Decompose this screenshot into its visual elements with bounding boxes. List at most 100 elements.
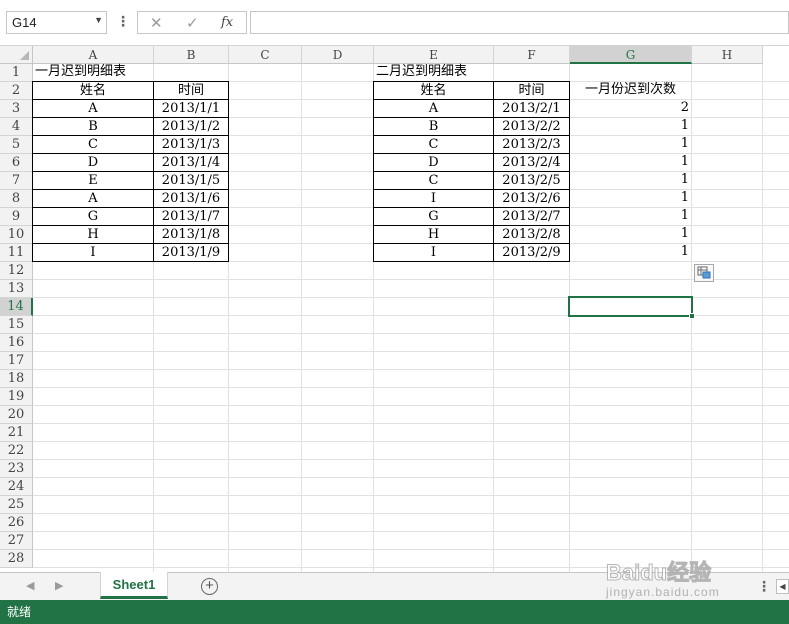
- count-cell[interactable]: 1: [569, 243, 692, 262]
- row-header-15[interactable]: 15: [0, 316, 33, 334]
- february-name-cell[interactable]: H: [373, 225, 494, 244]
- january-date-cell[interactable]: 2013/1/3: [153, 135, 229, 154]
- february-name-cell[interactable]: B: [373, 117, 494, 136]
- row-header-28[interactable]: 28: [0, 550, 33, 568]
- column-header-d[interactable]: D: [302, 46, 374, 64]
- fill-handle[interactable]: [689, 313, 695, 319]
- count-cell[interactable]: 1: [569, 207, 692, 226]
- row-header-1[interactable]: 1: [0, 64, 33, 82]
- january-name-cell[interactable]: A: [32, 99, 154, 118]
- tab-sheet1[interactable]: Sheet1: [100, 572, 168, 599]
- count-cell[interactable]: 1: [569, 189, 692, 208]
- february-date-cell[interactable]: 2013/2/5: [493, 171, 570, 190]
- february-date-cell[interactable]: 2013/2/7: [493, 207, 570, 226]
- january-header-time[interactable]: 时间: [153, 81, 229, 100]
- row-header-17[interactable]: 17: [0, 352, 33, 370]
- february-header-time[interactable]: 时间: [493, 81, 570, 100]
- column-header-f[interactable]: F: [494, 46, 570, 64]
- february-date-cell[interactable]: 2013/2/6: [493, 189, 570, 208]
- formula-input[interactable]: [250, 11, 789, 34]
- february-date-cell[interactable]: 2013/2/9: [493, 243, 570, 262]
- column-header-g[interactable]: G: [570, 46, 692, 64]
- february-date-cell[interactable]: 2013/2/3: [493, 135, 570, 154]
- january-name-cell[interactable]: A: [32, 189, 154, 208]
- february-date-cell[interactable]: 2013/2/8: [493, 225, 570, 244]
- row-header-21[interactable]: 21: [0, 424, 33, 442]
- january-date-cell[interactable]: 2013/1/4: [153, 153, 229, 172]
- row-header-13[interactable]: 13: [0, 280, 33, 298]
- paste-options-icon[interactable]: [694, 264, 714, 282]
- february-name-cell[interactable]: A: [373, 99, 494, 118]
- january-name-cell[interactable]: C: [32, 135, 154, 154]
- row-header-7[interactable]: 7: [0, 172, 33, 190]
- check-icon[interactable]: ✓: [186, 14, 199, 32]
- february-name-cell[interactable]: I: [373, 189, 494, 208]
- row-header-22[interactable]: 22: [0, 442, 33, 460]
- january-name-cell[interactable]: B: [32, 117, 154, 136]
- row-header-19[interactable]: 19: [0, 388, 33, 406]
- column-header-c[interactable]: C: [229, 46, 302, 64]
- row-header-10[interactable]: 10: [0, 226, 33, 244]
- column-header-b[interactable]: B: [154, 46, 229, 64]
- february-date-cell[interactable]: 2013/2/1: [493, 99, 570, 118]
- count-cell[interactable]: 1: [569, 135, 692, 154]
- count-cell[interactable]: 1: [569, 225, 692, 244]
- column-header-h[interactable]: H: [692, 46, 763, 64]
- january-date-cell[interactable]: 2013/1/8: [153, 225, 229, 244]
- row-header-24[interactable]: 24: [0, 478, 33, 496]
- february-table-title[interactable]: 二月迟到明细表: [373, 63, 573, 82]
- row-header-2[interactable]: 2: [0, 82, 33, 100]
- february-name-cell[interactable]: I: [373, 243, 494, 262]
- select-all-corner[interactable]: [0, 46, 33, 64]
- february-name-cell[interactable]: G: [373, 207, 494, 226]
- row-header-12[interactable]: 12: [0, 262, 33, 280]
- more-options-icon[interactable]: ⋮: [116, 13, 130, 30]
- spreadsheet-grid[interactable]: A B C D E F G H 1 2 3 4 5 6 7 8 9 10 11 12 13 14 15 16 17 18 19 20 2…: [0, 46, 789, 572]
- february-name-cell[interactable]: C: [373, 171, 494, 190]
- january-name-cell[interactable]: D: [32, 153, 154, 172]
- january-date-cell[interactable]: 2013/1/7: [153, 207, 229, 226]
- row-header-11[interactable]: 11: [0, 244, 33, 262]
- january-name-cell[interactable]: I: [32, 243, 154, 262]
- row-header-25[interactable]: 25: [0, 496, 33, 514]
- january-date-cell[interactable]: 2013/1/9: [153, 243, 229, 262]
- january-date-cell[interactable]: 2013/1/6: [153, 189, 229, 208]
- january-name-cell[interactable]: H: [32, 225, 154, 244]
- february-name-cell[interactable]: C: [373, 135, 494, 154]
- february-date-cell[interactable]: 2013/2/4: [493, 153, 570, 172]
- row-header-23[interactable]: 23: [0, 460, 33, 478]
- count-column-header[interactable]: 一月份迟到次数: [569, 81, 692, 100]
- row-header-26[interactable]: 26: [0, 514, 33, 532]
- january-name-cell[interactable]: G: [32, 207, 154, 226]
- count-cell[interactable]: 1: [569, 153, 692, 172]
- more-options-icon[interactable]: ⋮: [757, 578, 771, 595]
- close-icon[interactable]: ✕: [150, 14, 163, 32]
- january-name-cell[interactable]: E: [32, 171, 154, 190]
- add-sheet-icon[interactable]: +: [201, 578, 218, 595]
- january-date-cell[interactable]: 2013/1/5: [153, 171, 229, 190]
- row-header-16[interactable]: 16: [0, 334, 33, 352]
- row-header-14[interactable]: 14: [0, 298, 33, 316]
- january-table-title[interactable]: 一月迟到明细表: [32, 63, 232, 82]
- tab-scroll-right-icon[interactable]: ▶: [55, 579, 63, 592]
- february-header-name[interactable]: 姓名: [373, 81, 494, 100]
- row-header-6[interactable]: 6: [0, 154, 33, 172]
- count-cell[interactable]: 1: [569, 117, 692, 136]
- row-header-5[interactable]: 5: [0, 136, 33, 154]
- february-date-cell[interactable]: 2013/2/2: [493, 117, 570, 136]
- row-header-8[interactable]: 8: [0, 190, 33, 208]
- name-box[interactable]: G14 ▼: [6, 11, 107, 34]
- january-header-name[interactable]: 姓名: [32, 81, 154, 100]
- row-header-18[interactable]: 18: [0, 370, 33, 388]
- scroll-left-icon[interactable]: ◀: [776, 579, 789, 594]
- row-header-9[interactable]: 9: [0, 208, 33, 226]
- count-cell[interactable]: 2: [569, 99, 692, 118]
- chevron-down-icon[interactable]: ▼: [94, 15, 103, 25]
- row-header-4[interactable]: 4: [0, 118, 33, 136]
- february-name-cell[interactable]: D: [373, 153, 494, 172]
- row-header-27[interactable]: 27: [0, 532, 33, 550]
- row-header-20[interactable]: 20: [0, 406, 33, 424]
- selected-cell-g14[interactable]: [568, 296, 693, 317]
- tab-scroll-left-icon[interactable]: ◀: [26, 579, 34, 592]
- january-date-cell[interactable]: 2013/1/1: [153, 99, 229, 118]
